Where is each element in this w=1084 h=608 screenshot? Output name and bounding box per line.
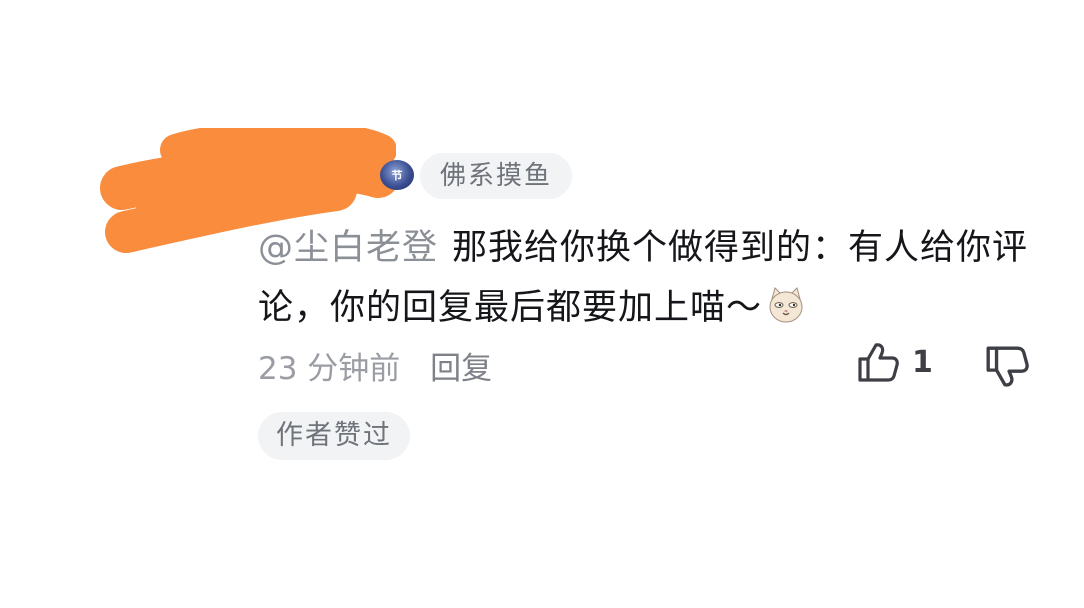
dislike-button[interactable]: [984, 344, 1030, 394]
reply-button[interactable]: 回复: [430, 351, 492, 387]
like-button[interactable]: 1: [856, 340, 933, 384]
comment-item: 节 佛系摸鱼 @尘白老登 那我给你换个做得到的：有人给你评论，你的回复最后都要加上…: [0, 0, 1084, 608]
user-tag: 佛系摸鱼: [420, 153, 573, 199]
comment-meta: 23 分钟前 回复: [258, 346, 492, 392]
author-liked-badge: 作者赞过: [258, 412, 410, 460]
mention-link[interactable]: @尘白老登: [258, 228, 438, 268]
level-badge-text: 节: [391, 169, 403, 182]
thumbs-up-icon: [858, 343, 899, 382]
cat-face-emoji-icon: [769, 287, 803, 323]
thumbs-down-icon: [986, 346, 1029, 387]
comment-text: @尘白老登 那我给你换个做得到的：有人给你评论，你的回复最后都要加上喵～: [258, 218, 1038, 338]
level-badge-icon: 节: [380, 160, 414, 190]
timestamp: 23 分钟前: [258, 351, 401, 387]
like-count: 1: [912, 344, 933, 380]
